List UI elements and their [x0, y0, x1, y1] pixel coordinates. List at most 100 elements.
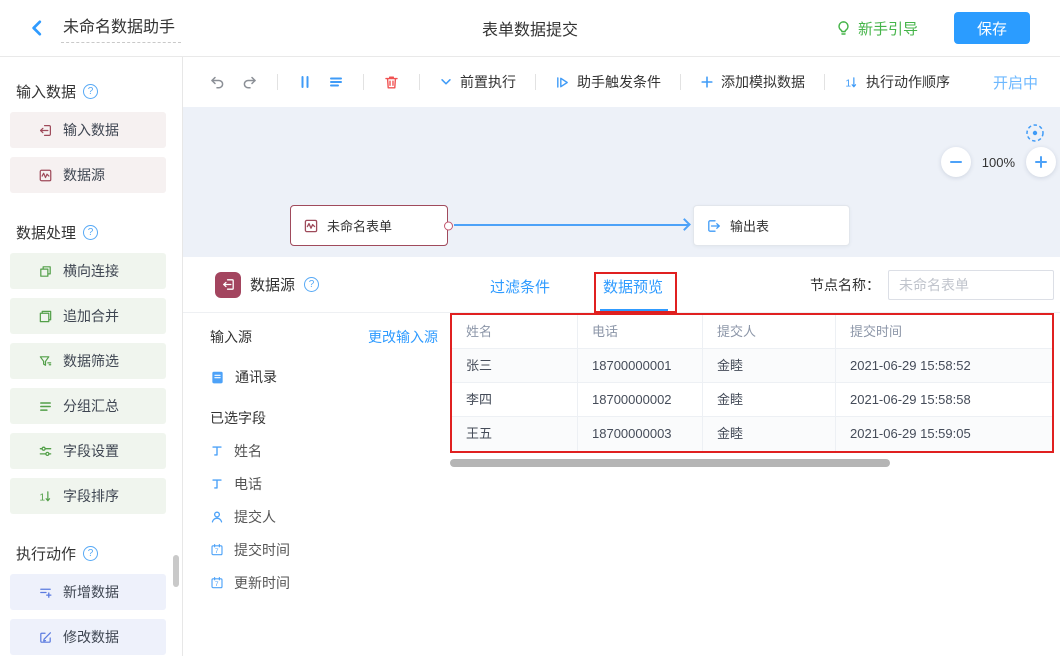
output-node-icon [706, 218, 722, 234]
svg-text:1: 1 [39, 492, 45, 503]
sidebar-item-field-settings[interactable]: 字段设置 [10, 433, 166, 469]
zoom-level: 100% [982, 155, 1015, 170]
sidebar-item-append-merge[interactable]: 追加合并 [10, 298, 166, 334]
field-label: 电话 [234, 474, 262, 494]
panel-body: 输入源 更改输入源 通讯录 已选字段 姓名 [183, 313, 1060, 656]
section-label: 输入数据 [16, 81, 76, 102]
sidebar-scrollbar[interactable] [173, 555, 179, 587]
node-connector[interactable] [444, 221, 453, 230]
page-title: 表单数据提交 [482, 0, 578, 56]
locate-target-icon[interactable] [1022, 120, 1048, 146]
table-header-cell: 提交时间 [836, 315, 1052, 349]
align-columns-icon[interactable] [297, 74, 313, 90]
sidebar-item-data-source[interactable]: 数据源 [10, 157, 166, 193]
help-icon[interactable]: ? [83, 225, 98, 240]
toolbar-divider [535, 74, 536, 90]
table-cell: 18700000001 [578, 349, 703, 383]
run-condition-icon [555, 75, 570, 90]
section-title-input-data: 输入数据 ? [0, 81, 182, 102]
sidebar-item-label: 新增数据 [63, 582, 119, 602]
help-icon[interactable]: ? [83, 84, 98, 99]
zoom-out-button[interactable] [941, 147, 971, 177]
data-source-badge-icon [215, 272, 241, 298]
form-node-label: 未命名表单 [327, 216, 392, 235]
table-header-cell: 提交人 [703, 315, 836, 349]
sidebar-item-input-data[interactable]: 输入数据 [10, 112, 166, 148]
annotation-box-table: 姓名 电话 提交人 提交时间 张三 18700000001 金睦 2021-06… [450, 313, 1054, 453]
edge-line [454, 224, 688, 226]
add-mock-data-button[interactable]: 添加模拟数据 [700, 72, 805, 92]
panel-title: 数据源 [250, 274, 295, 295]
redo-icon[interactable] [241, 74, 258, 91]
sidebar-item-horizontal-join[interactable]: 横向连接 [10, 253, 166, 289]
app-root: 未命名数据助手 表单数据提交 新手引导 保存 输入数据 ? [0, 0, 1060, 656]
sidebar-item-field-sort[interactable]: 1 字段排序 [10, 478, 166, 514]
table-cell: 18700000002 [578, 383, 703, 417]
main-area: 前置执行 助手触发条件 添加模拟数据 1 执行动作顺序 [183, 57, 1060, 656]
field-item[interactable]: 电话 [210, 474, 438, 494]
toolbar-divider [363, 74, 364, 90]
text-type-icon [210, 477, 224, 491]
tab-data-preview[interactable]: 数据预览 [603, 276, 663, 297]
sidebar-item-label: 横向连接 [63, 261, 119, 281]
add-mock-data-label: 添加模拟数据 [721, 72, 805, 92]
form-node[interactable]: 未命名表单 [290, 205, 448, 246]
calendar-icon: 7 [210, 543, 224, 557]
output-node[interactable]: 输出表 [693, 205, 850, 246]
sidebar-item-modify-data[interactable]: 修改数据 [10, 619, 166, 655]
help-icon[interactable]: ? [304, 277, 319, 292]
field-item[interactable]: 7 提交时间 [210, 540, 438, 560]
sidebar-item-label: 输入数据 [63, 120, 119, 140]
sidebar-item-data-filter[interactable]: 数据筛选 [10, 343, 166, 379]
selected-fields-title: 已选字段 [210, 408, 438, 428]
node-name-input[interactable] [888, 270, 1054, 300]
back-icon[interactable] [28, 19, 46, 37]
field-label: 姓名 [234, 441, 262, 461]
align-rows-icon[interactable] [328, 74, 344, 90]
action-order-label: 执行动作顺序 [866, 72, 950, 92]
guide-label: 新手引导 [858, 18, 918, 39]
table-header-cell: 电话 [578, 315, 703, 349]
data-source-icon [38, 168, 53, 183]
table-horizontal-scrollbar[interactable] [450, 459, 890, 467]
field-item[interactable]: 7 更新时间 [210, 573, 438, 593]
action-order-button[interactable]: 1 执行动作顺序 [844, 72, 950, 92]
sidebar-item-add-data[interactable]: 新增数据 [10, 574, 166, 610]
flow-canvas[interactable]: 未命名表单 输出表 100% [183, 107, 1060, 257]
text-type-icon [210, 444, 224, 458]
table-cell: 金睦 [703, 349, 836, 383]
zoom-in-button[interactable] [1026, 147, 1056, 177]
pre-execute-button[interactable]: 前置执行 [439, 72, 516, 92]
sidebar-item-label: 字段排序 [63, 486, 119, 506]
field-label: 提交人 [234, 507, 276, 527]
append-merge-icon [38, 309, 53, 324]
field-item[interactable]: 姓名 [210, 441, 438, 461]
change-source-link[interactable]: 更改输入源 [368, 327, 438, 347]
table-cell: 金睦 [703, 417, 836, 451]
assistant-title[interactable]: 未命名数据助手 [61, 13, 181, 43]
tab-filter-conditions[interactable]: 过滤条件 [490, 276, 550, 297]
form-node-icon [303, 218, 319, 234]
sidebar-item-group-summary[interactable]: 分组汇总 [10, 388, 166, 424]
document-icon [210, 370, 225, 385]
status-toggle[interactable]: 开启中 [993, 72, 1038, 93]
node-name-group: 节点名称： [810, 270, 1054, 300]
field-item[interactable]: 提交人 [210, 507, 438, 527]
trigger-condition-button[interactable]: 助手触发条件 [555, 72, 661, 92]
sidebar: 输入数据 ? 输入数据 数据源 数据处理 [0, 57, 183, 656]
undo-icon[interactable] [209, 74, 226, 91]
table-cell: 王五 [452, 417, 578, 451]
source-item-contacts[interactable]: 通讯录 [210, 367, 438, 387]
chevron-down-icon [439, 75, 453, 89]
toolbar-divider [824, 74, 825, 90]
section-title-execute-action: 执行动作 ? [0, 543, 182, 564]
top-header: 未命名数据助手 表单数据提交 新手引导 保存 [0, 0, 1060, 57]
toolbar-divider [680, 74, 681, 90]
table-cell: 李四 [452, 383, 578, 417]
save-button[interactable]: 保存 [954, 12, 1030, 44]
help-icon[interactable]: ? [83, 546, 98, 561]
beginner-guide-button[interactable]: 新手引导 [835, 18, 918, 39]
pre-execute-label: 前置执行 [460, 72, 516, 92]
person-icon [210, 510, 224, 524]
delete-icon[interactable] [383, 74, 400, 91]
